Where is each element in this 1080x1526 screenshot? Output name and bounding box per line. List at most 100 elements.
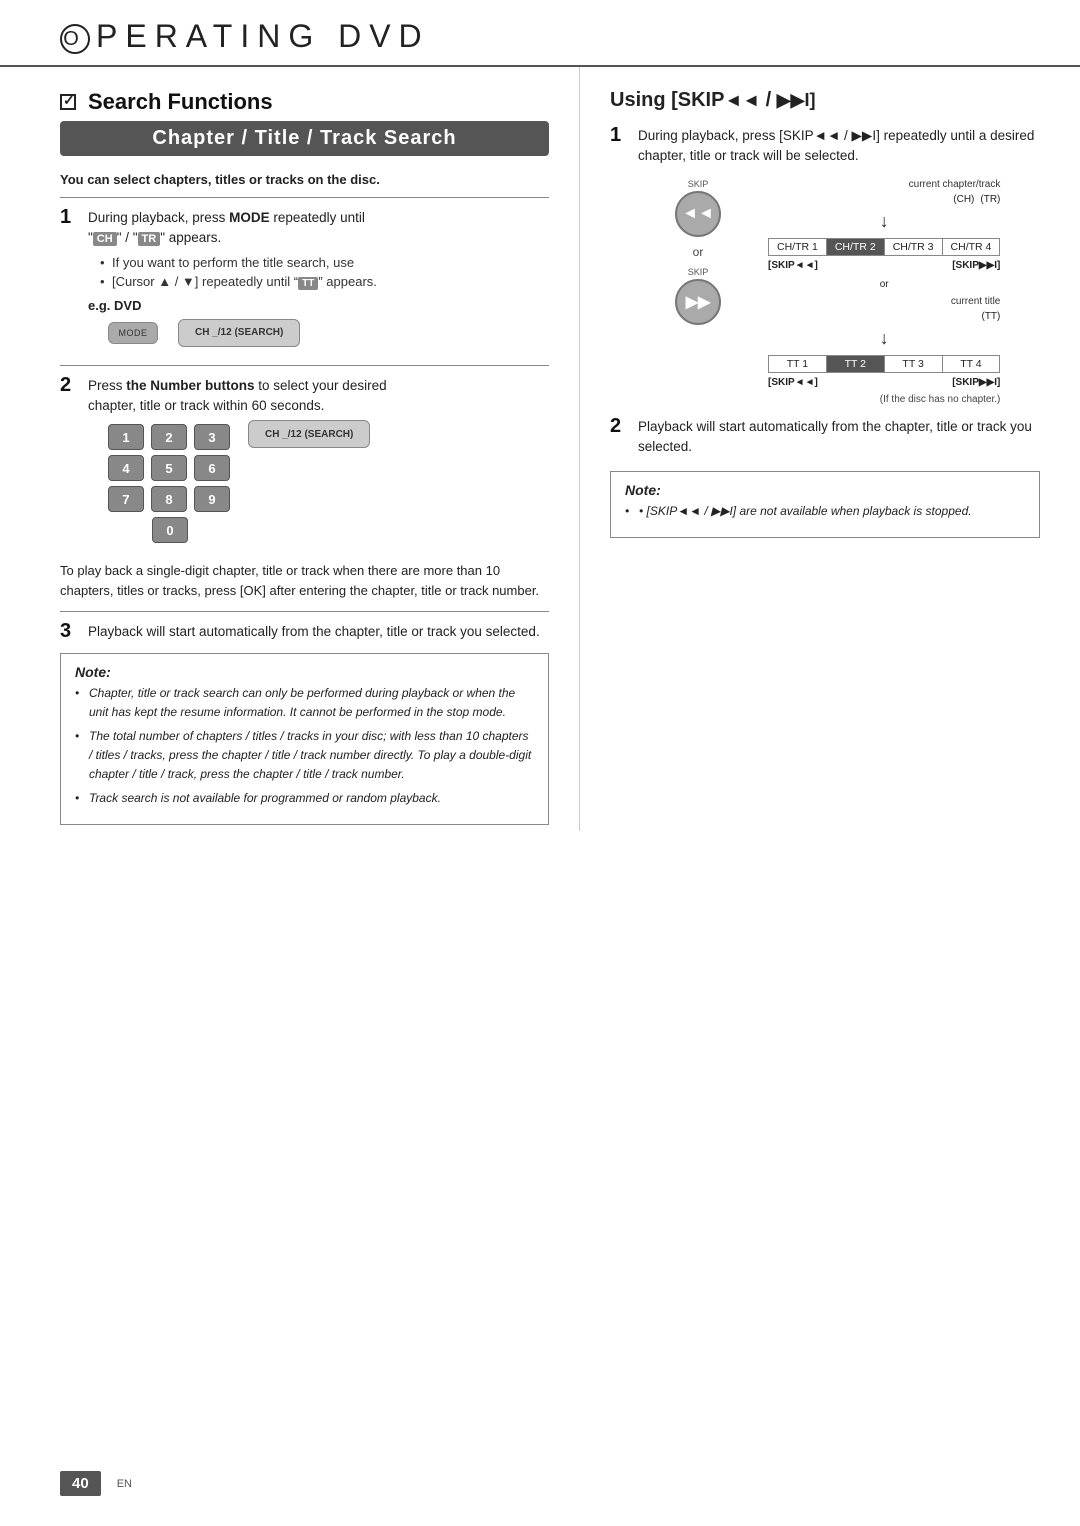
right-note-title: Note: bbox=[625, 482, 1025, 498]
skip-right-area: SKIP ▶▶ bbox=[675, 267, 721, 325]
o-circle-icon: O bbox=[60, 24, 90, 54]
num-btn-7: 7 bbox=[108, 486, 144, 512]
num-btn-5: 5 bbox=[151, 455, 187, 481]
page-title: OPERATING DVD bbox=[60, 18, 1020, 55]
ch-tr-cell-1: CH/TR 1 bbox=[769, 238, 827, 255]
skip-left-icon: ◄◄ bbox=[724, 90, 760, 110]
skip-left-word: SKIP bbox=[688, 179, 709, 189]
step-2-number: 2 bbox=[60, 374, 88, 397]
step2-text2: chapter, title or track within 60 second… bbox=[88, 396, 549, 416]
right-note-item: • [SKIP◄◄ / ▶▶I] are not available when … bbox=[625, 502, 1025, 521]
right-step-2-number: 2 bbox=[610, 415, 638, 438]
tt-cell-4: TT 4 bbox=[942, 355, 1000, 372]
skip-right-icon: ▶▶I] bbox=[777, 90, 816, 110]
num-btn-3: 3 bbox=[194, 424, 230, 450]
step1-tr-tag: TR bbox=[138, 232, 161, 246]
or-text: or bbox=[693, 245, 704, 259]
right-step1-text: During playback, press [SKIP◄◄ / ▶▶I] re… bbox=[638, 126, 1040, 167]
section-heading: Search Functions bbox=[60, 89, 549, 115]
step2-text1c: to select your desired bbox=[255, 378, 387, 393]
step-1: 1 During playback, press MODE repeatedly… bbox=[60, 208, 549, 355]
ch-tr-skip-labels: [SKIP◄◄] [SKIP▶▶I] bbox=[768, 260, 1000, 271]
tt-table: TT 1 TT 2 TT 3 TT 4 bbox=[768, 355, 1000, 373]
down-arrow-ch: ↓ bbox=[768, 211, 1000, 232]
right-step2-text: Playback will start automatically from t… bbox=[638, 417, 1040, 458]
right-step-2-content: Playback will start automatically from t… bbox=[638, 417, 1040, 458]
mode-button: MODE bbox=[108, 322, 158, 344]
step-2-content: Press the Number buttons to select your … bbox=[88, 376, 549, 552]
ch-tr-table: CH/TR 1 CH/TR 2 CH/TR 3 CH/TR 4 bbox=[768, 238, 1000, 256]
content-area: Search Functions Chapter / Title / Track… bbox=[0, 67, 1080, 831]
skip-right-word: SKIP bbox=[688, 267, 709, 277]
bold-note: You can select chapters, titles or track… bbox=[60, 172, 549, 187]
page-number: 40 bbox=[60, 1471, 101, 1496]
ch-tr-cell-3: CH/TR 3 bbox=[884, 238, 942, 255]
step1-sep: " / " bbox=[117, 230, 138, 245]
section-title: Search Functions bbox=[88, 89, 273, 115]
left-note-item-3: Track search is not available for progra… bbox=[75, 789, 534, 808]
step3-text: Playback will start automatically from t… bbox=[88, 622, 549, 642]
page-container: OPERATING DVD Search Functions Chapter /… bbox=[0, 0, 1080, 1526]
step1-bullet1: If you want to perform the title search,… bbox=[100, 253, 549, 273]
skip-right-button[interactable]: ▶▶ bbox=[675, 279, 721, 325]
step1-display: CH _/12 (SEARCH) bbox=[178, 319, 300, 347]
step1-display-text: CH _/12 (SEARCH) bbox=[195, 327, 283, 338]
step-3: 3 Playback will start automatically from… bbox=[60, 622, 549, 643]
no-chapter-note: (If the disc has no chapter.) bbox=[768, 394, 1000, 405]
ch-tr-cell-4: CH/TR 4 bbox=[942, 238, 1000, 255]
step1-mode: MODE bbox=[229, 210, 270, 225]
skip-diagram-area: SKIP ◄◄ or SKIP ▶▶ bbox=[638, 179, 1040, 405]
tt-cell-2: TT 2 bbox=[826, 355, 884, 372]
tt-cell-1: TT 1 bbox=[769, 355, 827, 372]
num-btn-2: 2 bbox=[151, 424, 187, 450]
num-btn-1: 1 bbox=[108, 424, 144, 450]
num-btn-9: 9 bbox=[194, 486, 230, 512]
or-label: or bbox=[768, 279, 1000, 290]
para-text: To play back a single-digit chapter, tit… bbox=[60, 561, 549, 601]
ch-tr-diagram: current chapter/track (CH) (TR) ↓ CH/TR bbox=[768, 179, 1000, 405]
skip-left-label: [SKIP◄◄] bbox=[768, 260, 818, 271]
num-btn-8: 8 bbox=[151, 486, 187, 512]
step1-text1c: repeatedly until bbox=[270, 210, 365, 225]
step3-divider bbox=[60, 611, 549, 612]
tt-skip-labels: [SKIP◄◄] [SKIP▶▶I] bbox=[768, 377, 1000, 388]
left-note-box: Note: Chapter, title or track search can… bbox=[60, 653, 549, 825]
right-step-1-content: During playback, press [SKIP◄◄ / ▶▶I] re… bbox=[638, 126, 1040, 405]
step1-appears: " appears. bbox=[160, 230, 221, 245]
footer: 40 EN bbox=[60, 1471, 132, 1496]
step1-tt-tag: TT bbox=[298, 277, 318, 290]
step1-bullets: If you want to perform the title search,… bbox=[88, 253, 549, 292]
step1-text1: During playback, press bbox=[88, 210, 229, 225]
right-note-list: • [SKIP◄◄ / ▶▶I] are not available when … bbox=[625, 502, 1025, 521]
num-grid: 1 2 3 4 5 6 7 8 9 0 bbox=[108, 424, 232, 543]
step-3-content: Playback will start automatically from t… bbox=[88, 622, 549, 642]
step1-illustration: MODE CH _/12 (SEARCH) bbox=[108, 319, 549, 347]
skip-diagram-row: SKIP ◄◄ or SKIP ▶▶ bbox=[638, 179, 1040, 405]
step-1-content: During playback, press MODE repeatedly u… bbox=[88, 208, 549, 355]
header: OPERATING DVD bbox=[0, 0, 1080, 67]
chapter-banner: Chapter / Title / Track Search bbox=[60, 121, 549, 156]
left-note-list: Chapter, title or track search can only … bbox=[75, 684, 534, 808]
skip-left-button[interactable]: ◄◄ bbox=[675, 191, 721, 237]
current-chapter-label: current chapter/track bbox=[768, 179, 1000, 190]
step2-numberbtn: the Number buttons bbox=[126, 378, 254, 393]
left-note-item-1: Chapter, title or track search can only … bbox=[75, 684, 534, 721]
eg-label: e.g. DVD bbox=[88, 298, 549, 313]
right-step-1: 1 During playback, press [SKIP◄◄ / ▶▶I] … bbox=[610, 126, 1040, 405]
step-1-number: 1 bbox=[60, 206, 88, 229]
step2-illustration: 1 2 3 4 5 6 7 8 9 0 CH _/12 (SEAR bbox=[88, 416, 549, 551]
step2-display: CH _/12 (SEARCH) bbox=[248, 420, 370, 448]
num-btn-4: 4 bbox=[108, 455, 144, 481]
right-note-box: Note: • [SKIP◄◄ / ▶▶I] are not available… bbox=[610, 471, 1040, 538]
ch-tr-labels: (CH) (TR) bbox=[768, 194, 1000, 205]
step1-ch-tag: CH bbox=[93, 232, 117, 246]
right-step-2: 2 Playback will start automatically from… bbox=[610, 417, 1040, 458]
left-note-item-2: The total number of chapters / titles / … bbox=[75, 727, 534, 783]
skip-left-label2: [SKIP◄◄] bbox=[768, 377, 818, 388]
step2-display-text: CH _/12 (SEARCH) bbox=[265, 429, 353, 440]
skip-right-label2: [SKIP▶▶I] bbox=[952, 377, 1000, 388]
num-btn-6: 6 bbox=[194, 455, 230, 481]
step2-divider bbox=[60, 365, 549, 366]
skip-buttons-area: SKIP ◄◄ or SKIP ▶▶ bbox=[638, 179, 758, 325]
right-step-1-number: 1 bbox=[610, 124, 638, 147]
